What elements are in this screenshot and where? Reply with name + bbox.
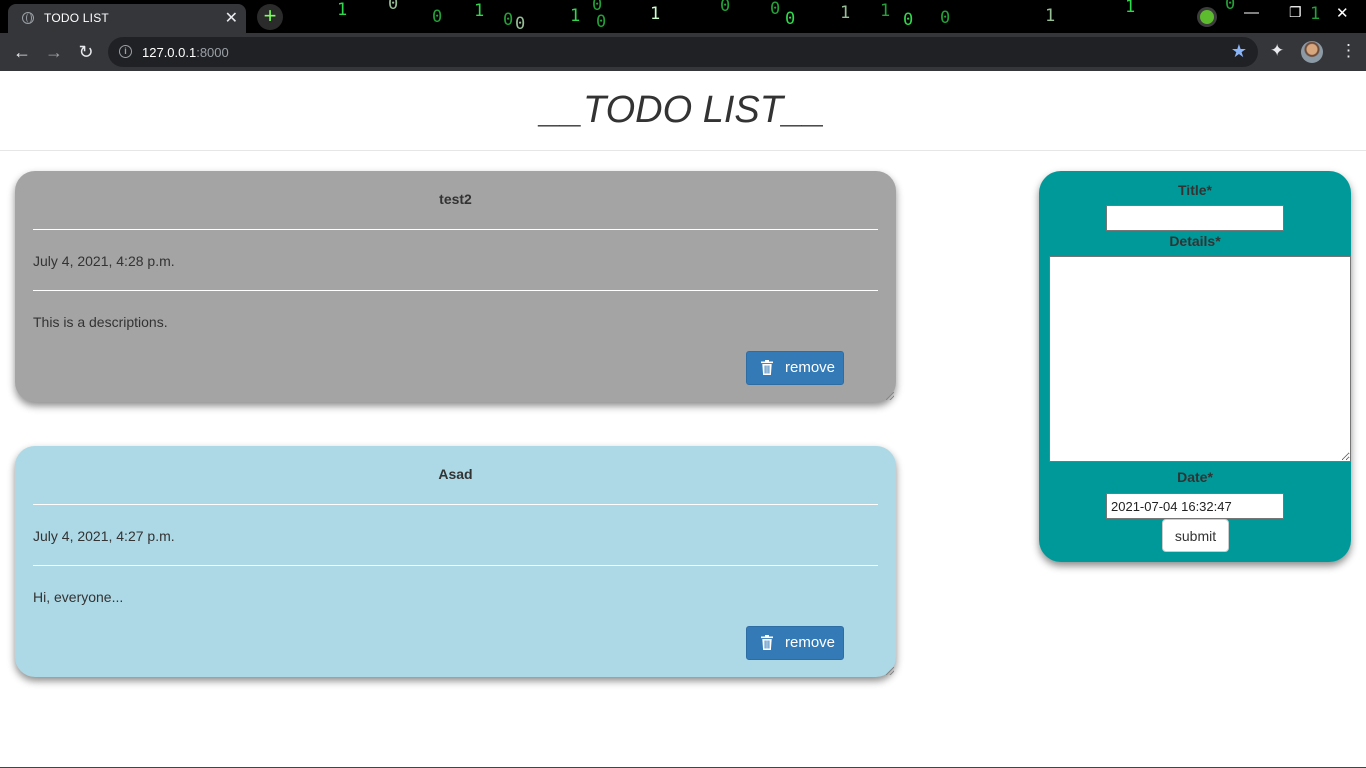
matrix-glyph: 0 [1225, 0, 1236, 14]
matrix-glyph: 0 [515, 14, 526, 33]
url-text: 127.0.0.1:8000 [142, 45, 229, 60]
date-input[interactable] [1106, 493, 1284, 519]
matrix-glyph: 0 [903, 10, 914, 30]
todo-card: Asad July 4, 2021, 4:27 p.m. Hi, everyon… [15, 446, 896, 677]
maximize-button[interactable]: ❐ [1289, 4, 1302, 21]
reload-button[interactable]: ↻ [74, 40, 98, 64]
url-port: :8000 [196, 45, 229, 60]
matrix-glyph: 0 [596, 12, 607, 32]
tab-close-icon[interactable]: ✕ [225, 8, 238, 28]
page-title: __TODO LIST__ [540, 89, 826, 131]
matrix-glyph: 1 [570, 6, 581, 26]
back-button[interactable]: ← [10, 40, 34, 64]
matrix-glyph: 1 [474, 1, 485, 21]
divider [33, 504, 878, 505]
matrix-glyph: 0 [388, 0, 399, 14]
matrix-glyph: 1 [1125, 0, 1136, 17]
page-header: __TODO LIST__ [0, 71, 1366, 151]
site-info-icon[interactable]: i [119, 45, 132, 58]
extension-badge-icon[interactable] [1197, 7, 1217, 27]
forward-button[interactable]: → [42, 40, 66, 64]
remove-label: remove [785, 634, 836, 651]
extensions-icon[interactable]: ✦ [1270, 41, 1284, 61]
browser-tabstrip: 100100100100011001101 TODO LIST ✕ + — ❐ … [0, 0, 1366, 33]
bookmark-star-icon[interactable]: ★ [1231, 41, 1247, 62]
title-label: Title* [1178, 182, 1212, 198]
minimize-button[interactable]: — [1244, 4, 1259, 21]
matrix-glyph: 0 [785, 9, 796, 29]
remove-label: remove [785, 359, 836, 376]
date-label: Date* [1177, 469, 1213, 485]
matrix-glyph: 0 [940, 8, 951, 28]
matrix-glyph: 1 [840, 3, 851, 23]
browser-menu-icon[interactable]: ⋮ [1340, 41, 1357, 61]
address-bar[interactable]: i 127.0.0.1:8000 ★ [108, 37, 1258, 67]
remove-button[interactable]: remove [746, 351, 844, 385]
trash-icon [761, 635, 773, 650]
add-todo-form: Title* Details* Date* submit [1039, 171, 1351, 562]
todo-date: July 4, 2021, 4:28 p.m. [33, 253, 175, 269]
tab-title: TODO LIST [44, 11, 109, 25]
globe-icon [22, 12, 34, 24]
remove-button[interactable]: remove [746, 626, 844, 660]
trash-icon [761, 360, 773, 375]
divider [33, 565, 878, 566]
todo-title: Asad [438, 466, 473, 482]
todo-date: July 4, 2021, 4:27 p.m. [33, 528, 175, 544]
browser-tab[interactable]: TODO LIST ✕ [8, 4, 246, 33]
matrix-glyph: 0 [503, 10, 514, 30]
resize-handle[interactable] [886, 667, 894, 675]
todo-description: Hi, everyone... [33, 589, 124, 605]
browser-toolbar: ← → ↻ i 127.0.0.1:8000 ★ ✦ ⋮ [0, 33, 1366, 71]
divider [33, 229, 878, 230]
new-tab-button[interactable]: + [257, 4, 283, 30]
todo-card: test2 July 4, 2021, 4:28 p.m. This is a … [15, 171, 896, 402]
matrix-glyph: 0 [770, 0, 781, 19]
matrix-glyph: 1 [650, 4, 661, 24]
window-close-button[interactable]: ✕ [1336, 4, 1349, 22]
todo-title: test2 [439, 191, 472, 207]
profile-avatar[interactable] [1301, 41, 1323, 63]
details-label: Details* [1169, 233, 1221, 249]
matrix-glyph: 1 [337, 0, 348, 20]
title-input[interactable] [1106, 205, 1284, 231]
matrix-glyph: 1 [880, 1, 891, 21]
divider [33, 290, 878, 291]
matrix-glyph: 0 [432, 7, 443, 27]
matrix-glyph: 1 [1045, 6, 1056, 26]
matrix-glyph: 1 [1310, 4, 1321, 24]
details-textarea[interactable] [1049, 256, 1351, 462]
submit-button[interactable]: submit [1162, 519, 1229, 552]
todo-description: This is a descriptions. [33, 314, 168, 330]
url-host: 127.0.0.1 [142, 45, 197, 60]
matrix-glyph: 0 [720, 0, 731, 16]
resize-handle[interactable] [886, 392, 894, 400]
